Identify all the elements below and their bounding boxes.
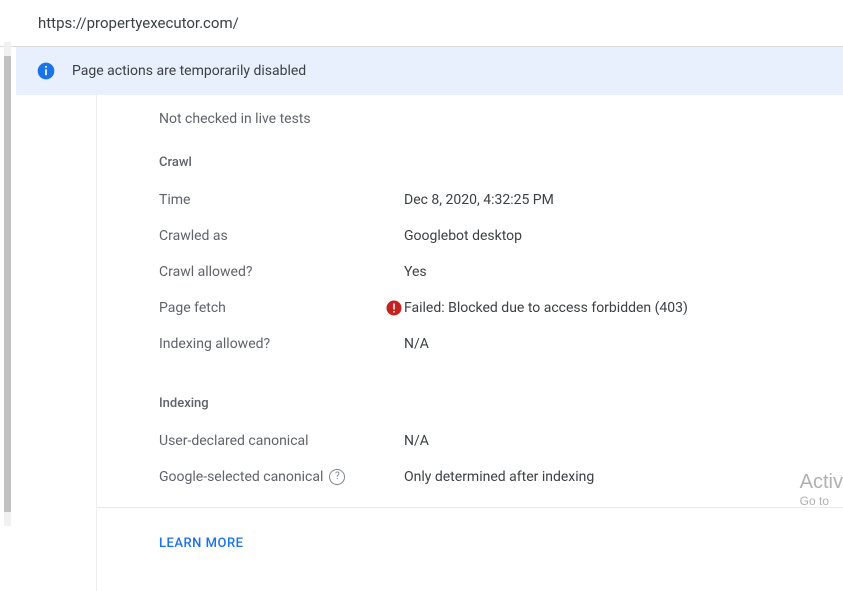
value-time: Dec 8, 2020, 4:32:25 PM [404,192,554,208]
url-text: https://propertyexecutor.com/ [38,14,239,32]
row-indexing-allowed: Indexing allowed? N/A [159,334,843,354]
row-crawled-as: Crawled as Googlebot desktop [159,226,843,246]
label-indexing-allowed: Indexing allowed? [159,336,384,352]
banner-message: Page actions are temporarily disabled [72,63,306,79]
url-bar[interactable]: https://propertyexecutor.com/ [0,0,843,47]
scrollbar-thumb[interactable] [4,56,11,512]
row-google-canonical: Google-selected canonical ? Only determi… [159,467,843,487]
error-icon [384,299,404,317]
row-crawl-allowed: Crawl allowed? Yes [159,262,843,282]
label-crawl-allowed: Crawl allowed? [159,264,384,280]
value-indexing-allowed: N/A [404,336,429,352]
section-title-indexing: Indexing [159,396,843,411]
value-google-canonical: Only determined after indexing [404,469,594,485]
label-page-fetch: Page fetch [159,300,384,316]
details-panel: Not checked in live tests Crawl Time Dec… [96,95,843,591]
value-user-canonical: N/A [404,433,429,449]
learn-more-link[interactable]: LEARN MORE [159,536,843,551]
value-crawl-allowed: Yes [404,264,427,280]
help-icon[interactable]: ? [329,469,345,485]
section-title-crawl: Crawl [159,155,843,170]
label-time: Time [159,192,384,208]
row-page-fetch: Page fetch Failed: Blocked due to access… [159,298,843,318]
top-note: Not checked in live tests [159,111,843,127]
scrollbar-track[interactable] [4,42,11,526]
label-crawled-as: Crawled as [159,228,384,244]
info-banner: Page actions are temporarily disabled [16,47,843,95]
label-google-canonical: Google-selected canonical ? [159,469,384,485]
row-time: Time Dec 8, 2020, 4:32:25 PM [159,190,843,210]
value-page-fetch: Failed: Blocked due to access forbidden … [404,300,688,316]
divider [97,507,843,508]
row-user-canonical: User-declared canonical N/A [159,431,843,451]
info-icon [36,61,56,81]
windows-watermark: Activ Go to [800,471,843,508]
value-crawled-as: Googlebot desktop [404,228,522,244]
label-user-canonical: User-declared canonical [159,433,384,449]
